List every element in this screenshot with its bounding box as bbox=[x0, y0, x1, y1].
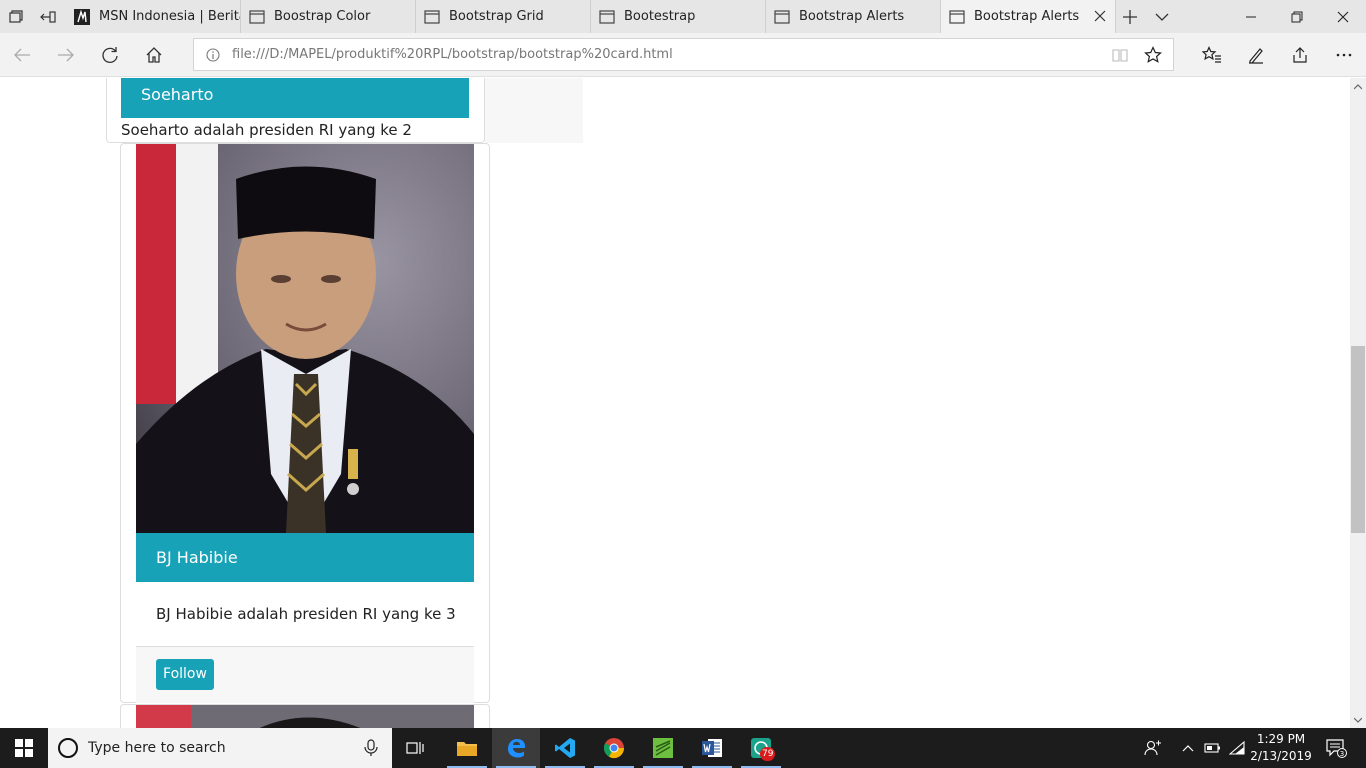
favorites-hub-icon[interactable] bbox=[1190, 33, 1234, 77]
page-viewport: Soeharto Soeharto adalah presiden RI yan… bbox=[0, 78, 1350, 728]
page-icon bbox=[774, 9, 790, 25]
card-header: BJ Habibie bbox=[136, 533, 474, 582]
action-center-icon[interactable]: 3 bbox=[1316, 728, 1356, 768]
card-text: BJ Habibie adalah presiden RI yang ke 3 bbox=[156, 605, 456, 623]
sublime-icon[interactable] bbox=[639, 728, 687, 768]
card-text: Soeharto adalah presiden RI yang ke 2 bbox=[121, 121, 412, 139]
microphone-icon[interactable] bbox=[364, 739, 378, 757]
tab-bootstrap-grid[interactable]: Bootstrap Grid bbox=[416, 0, 591, 33]
page-icon bbox=[949, 9, 965, 25]
chrome-icon[interactable] bbox=[590, 728, 638, 768]
battery-icon[interactable] bbox=[1202, 728, 1224, 768]
pen-notes-icon[interactable] bbox=[1234, 33, 1278, 77]
set-aside-tabs-icon[interactable] bbox=[32, 0, 64, 33]
gray-column bbox=[485, 78, 583, 143]
close-tab-icon[interactable] bbox=[1093, 9, 1107, 23]
home-icon[interactable] bbox=[132, 33, 176, 77]
minimize-icon[interactable] bbox=[1228, 0, 1274, 33]
address-bar-row: file:///D:/MAPEL/produktif%20RPL/bootstr… bbox=[0, 33, 1366, 77]
messenger-icon[interactable] bbox=[737, 728, 785, 768]
taskbar: Type here to search 79 1:29 PM 2/13/2019… bbox=[0, 728, 1366, 768]
tab-bar: MSN Indonesia | Berita Boostrap Color Bo… bbox=[0, 0, 1366, 33]
forward-icon[interactable] bbox=[44, 33, 88, 77]
more-options-icon[interactable] bbox=[1322, 33, 1366, 77]
tab-label: MSN Indonesia | Berita bbox=[99, 9, 241, 24]
edge-icon[interactable] bbox=[492, 728, 540, 768]
favorite-star-icon[interactable] bbox=[1144, 46, 1162, 64]
card-header: Soeharto bbox=[121, 78, 469, 118]
tab-label: Boostrap Color bbox=[274, 9, 371, 24]
new-tab-icon[interactable] bbox=[1114, 0, 1146, 33]
tab-bootestrap[interactable]: Bootestrap bbox=[591, 0, 766, 33]
follow-button[interactable]: Follow bbox=[156, 659, 214, 690]
taskbar-search-box[interactable]: Type here to search bbox=[48, 728, 392, 768]
scroll-down-arrow-icon[interactable] bbox=[1351, 713, 1365, 727]
scrollbar-thumb[interactable] bbox=[1351, 346, 1365, 533]
tab-label: Bootstrap Grid bbox=[449, 9, 544, 24]
wifi-icon[interactable] bbox=[1226, 728, 1248, 768]
scroll-up-arrow-icon[interactable] bbox=[1351, 80, 1365, 94]
back-icon[interactable] bbox=[0, 33, 44, 77]
people-icon[interactable] bbox=[1140, 728, 1166, 768]
tab-preview-icon[interactable] bbox=[0, 0, 32, 33]
share-icon[interactable] bbox=[1278, 33, 1322, 77]
msn-icon bbox=[74, 8, 90, 25]
tab-bootstrap-alerts-active[interactable]: Bootstrap Alerts bbox=[941, 0, 1116, 33]
windows-start-icon[interactable] bbox=[0, 728, 48, 768]
address-field[interactable]: file:///D:/MAPEL/produktif%20RPL/bootstr… bbox=[193, 38, 1174, 71]
tab-label: Bootstrap Alerts bbox=[799, 9, 905, 24]
tab-label: Bootestrap bbox=[624, 9, 696, 24]
word-icon[interactable] bbox=[688, 728, 736, 768]
reading-view-icon[interactable] bbox=[1112, 47, 1128, 63]
page-icon bbox=[424, 9, 440, 25]
vscode-icon[interactable] bbox=[541, 728, 589, 768]
info-icon[interactable] bbox=[206, 48, 220, 62]
close-window-icon[interactable] bbox=[1320, 0, 1366, 33]
tab-bootstrap-color[interactable]: Boostrap Color bbox=[241, 0, 416, 33]
taskbar-clock[interactable]: 1:29 PM 2/13/2019 bbox=[1250, 731, 1312, 765]
tab-msn[interactable]: MSN Indonesia | Berita bbox=[66, 0, 241, 33]
page-icon bbox=[599, 9, 615, 25]
cortana-icon bbox=[58, 738, 78, 758]
refresh-icon[interactable] bbox=[88, 33, 132, 77]
file-explorer-icon[interactable] bbox=[443, 728, 491, 768]
page-icon bbox=[249, 9, 265, 25]
search-placeholder: Type here to search bbox=[88, 740, 226, 756]
clock-time: 1:29 PM bbox=[1256, 732, 1306, 746]
portrait-photo bbox=[136, 144, 474, 533]
url-text[interactable]: file:///D:/MAPEL/produktif%20RPL/bootstr… bbox=[232, 47, 673, 62]
task-view-icon[interactable] bbox=[392, 728, 440, 768]
notification-count: 3 bbox=[1340, 750, 1344, 758]
tab-label: Bootstrap Alerts bbox=[974, 9, 1080, 24]
clock-date: 2/13/2019 bbox=[1250, 749, 1312, 763]
portrait-photo bbox=[136, 705, 474, 728]
chevron-down-icon[interactable] bbox=[1146, 0, 1178, 33]
tab-bootstrap-alerts[interactable]: Bootstrap Alerts bbox=[766, 0, 941, 33]
restore-icon[interactable] bbox=[1274, 0, 1320, 33]
chevron-up-icon[interactable] bbox=[1178, 728, 1198, 768]
